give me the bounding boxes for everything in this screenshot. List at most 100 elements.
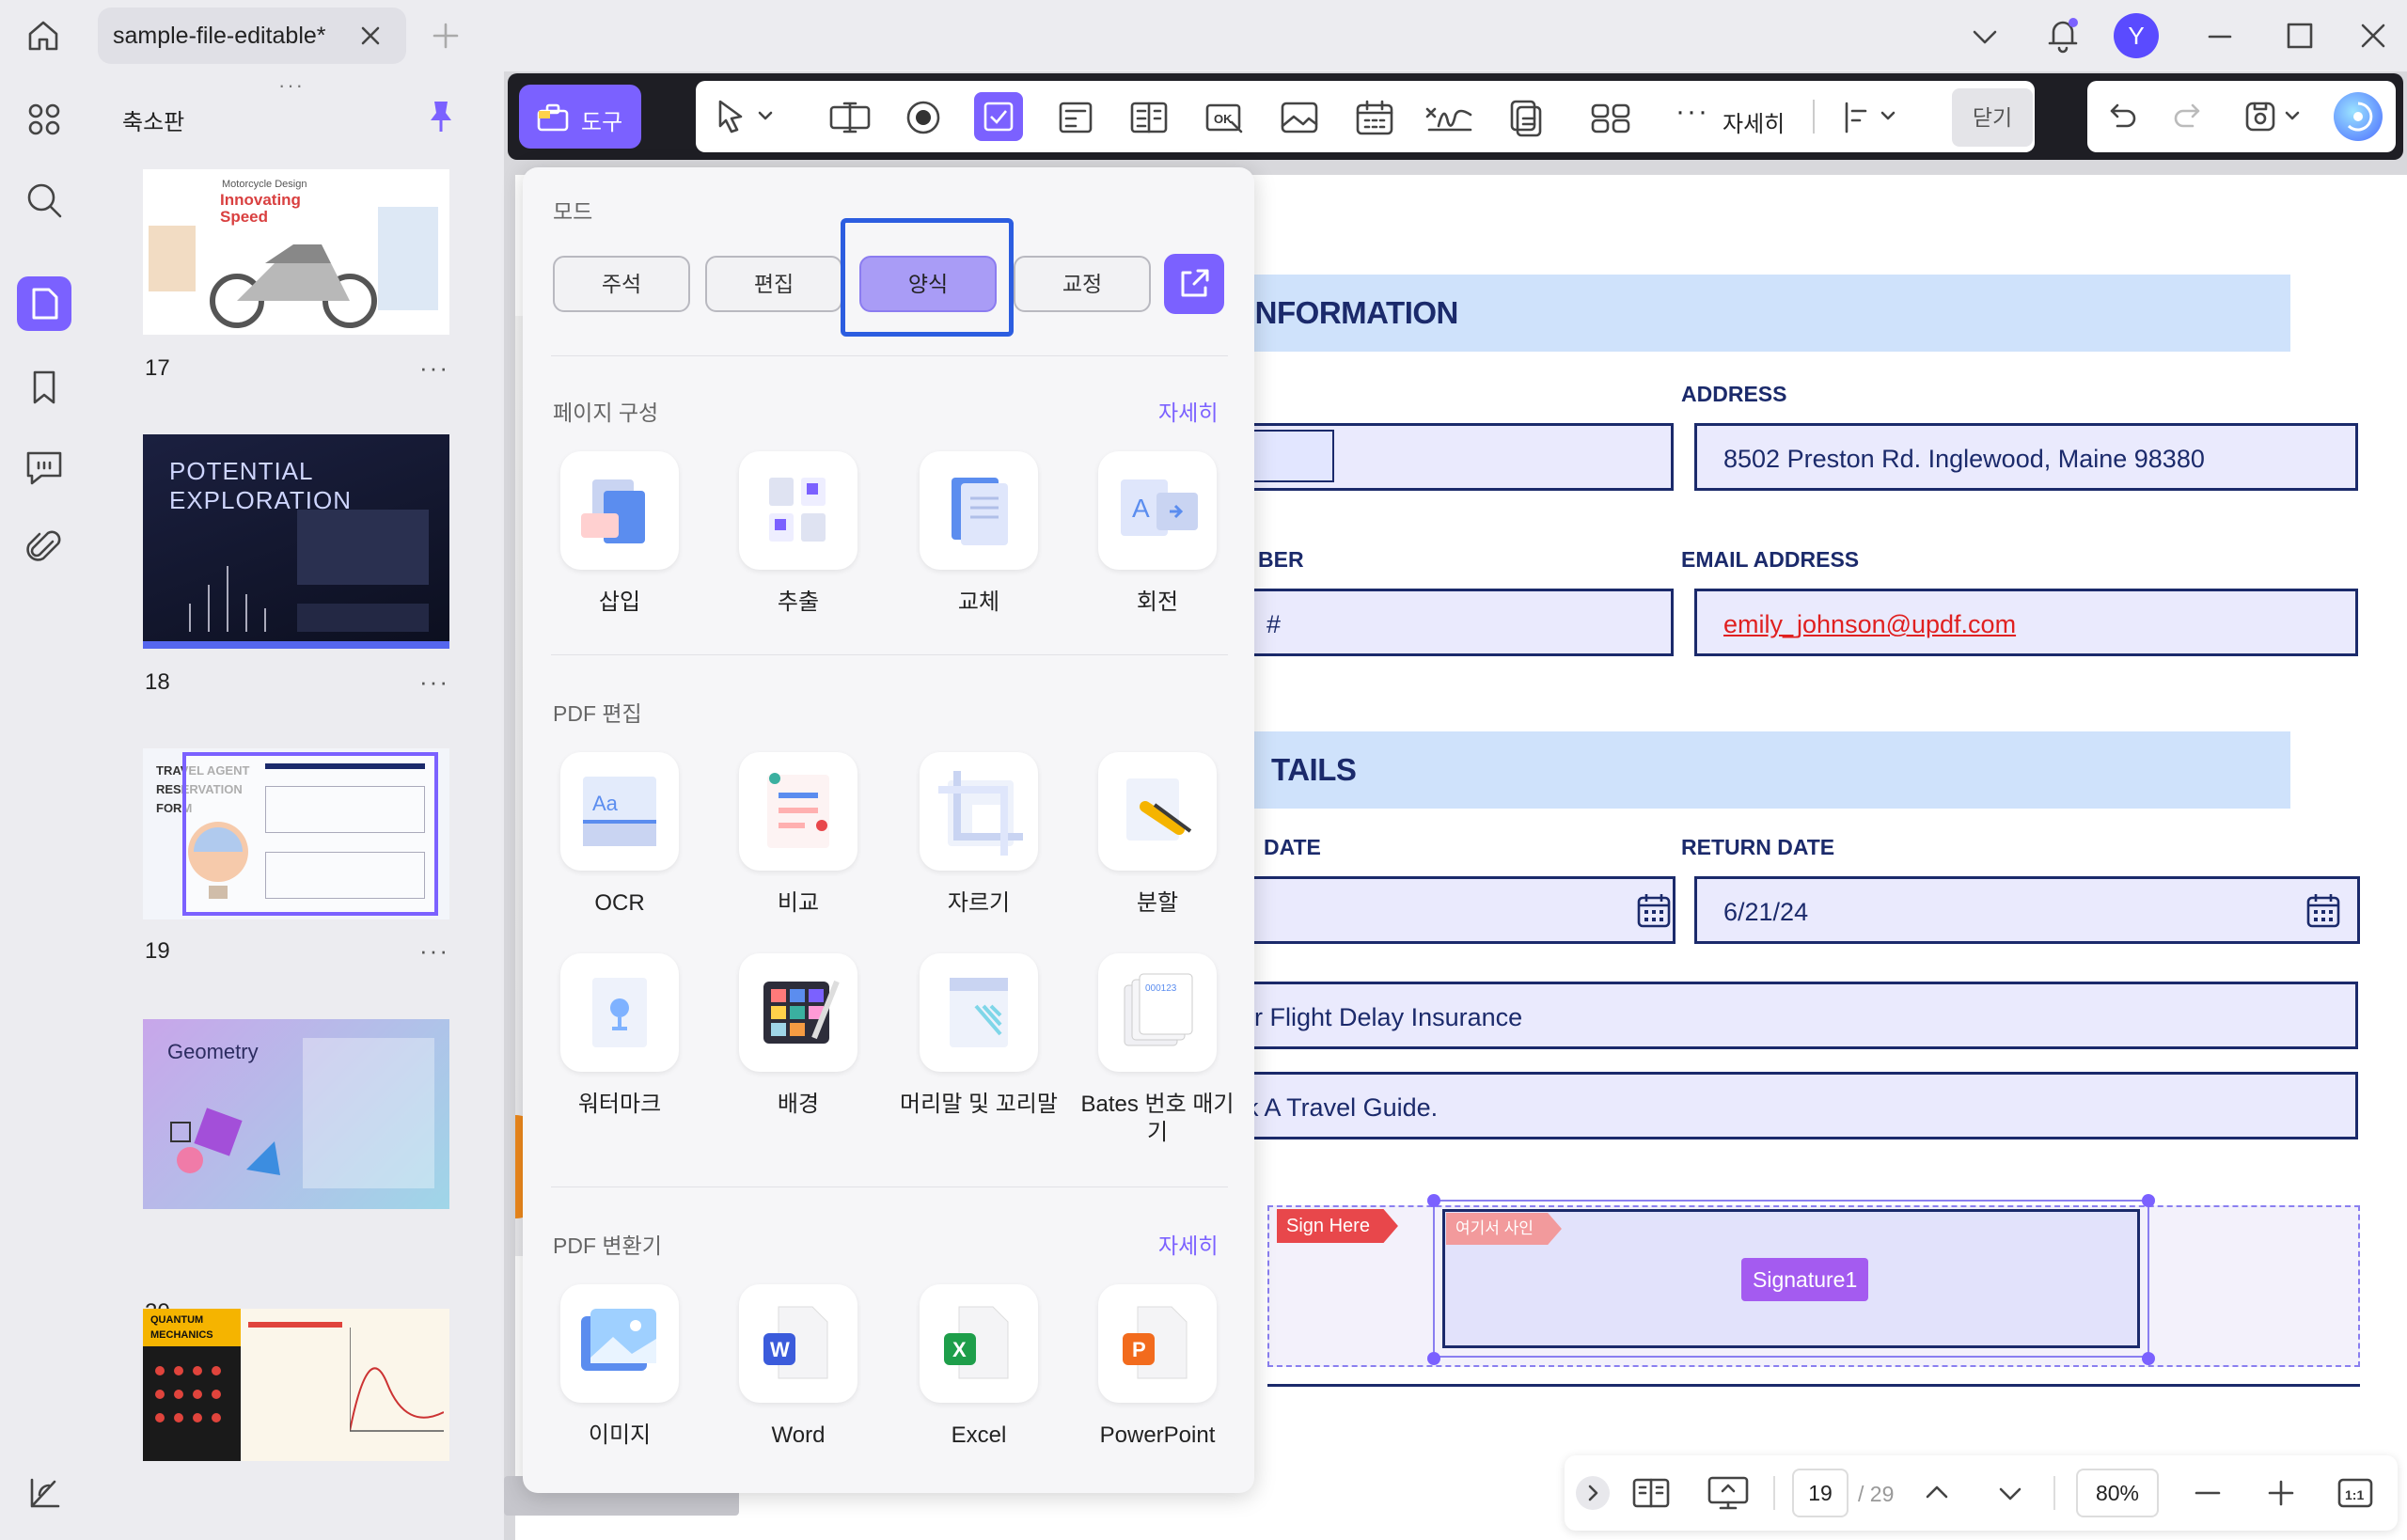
thumbnail-more-button[interactable]: ··· (419, 668, 449, 697)
thumbnail-more-button[interactable]: ··· (419, 354, 449, 383)
document-tab[interactable]: sample-file-editable* (98, 8, 406, 64)
extract-page-item[interactable]: 추출 (718, 451, 878, 617)
redo-icon[interactable] (2170, 98, 2208, 135)
actual-size-icon[interactable]: 1:1 (2336, 1474, 2375, 1512)
split-item[interactable]: 분할 (1078, 752, 1237, 918)
zoom-in-icon[interactable] (2264, 1476, 2298, 1510)
thumbnail-page-17[interactable]: Motorcycle Design Innovating Speed (143, 169, 449, 335)
minimize-icon[interactable] (2206, 23, 2234, 51)
split-icon (1098, 752, 1217, 871)
mode-proofread-button[interactable]: 교정 (1014, 256, 1151, 312)
header-footer-item[interactable]: 머리말 및 꼬리말 (899, 953, 1059, 1119)
rotate-page-item[interactable]: A 회전 (1078, 451, 1237, 617)
nav-layers[interactable] (17, 1465, 71, 1519)
page-layout-icon[interactable] (1630, 1474, 1672, 1512)
next-page-icon[interactable] (1993, 1476, 2027, 1510)
align-fields-tool-icon[interactable] (1589, 98, 1634, 137)
drag-handle[interactable]: ··· (278, 73, 305, 98)
close-tab-icon[interactable] (357, 23, 384, 49)
tools-button[interactable]: 도구 (519, 85, 641, 149)
calendar-icon[interactable] (1635, 890, 1673, 930)
bates-number-item[interactable]: 000123 Bates 번호 매기기 (1078, 953, 1237, 1147)
presentation-icon[interactable] (1706, 1472, 1751, 1514)
date-field-tool-icon[interactable] (1354, 98, 1395, 137)
home-icon[interactable] (24, 17, 62, 55)
menu-divider (551, 355, 1228, 356)
resize-handle[interactable] (2142, 1194, 2155, 1207)
background-item[interactable]: 배경 (718, 953, 878, 1119)
checkbox-tool-button[interactable] (974, 92, 1023, 141)
resize-handle[interactable] (1427, 1194, 1440, 1207)
option-travel-guide-field[interactable]: ook A Travel Guide. (1173, 1072, 2358, 1139)
align-dropdown-icon[interactable] (1841, 98, 1901, 137)
zoom-out-icon[interactable] (2191, 1476, 2225, 1510)
search-icon (27, 183, 62, 218)
thumbnail-more-button[interactable]: ··· (419, 936, 449, 966)
convert-powerpoint-item[interactable]: P PowerPoint (1078, 1284, 1237, 1450)
convert-image-item[interactable]: 이미지 (540, 1284, 700, 1450)
select-tool-icon[interactable] (713, 98, 773, 137)
convert-excel-item[interactable]: X Excel (899, 1284, 1059, 1450)
menu-divider (551, 654, 1228, 655)
nav-attachments[interactable] (17, 521, 71, 575)
address-field[interactable]: 8502 Preston Rd. Inglewood, Maine 98380 (1694, 423, 2358, 491)
compare-item[interactable]: 비교 (718, 752, 878, 918)
crop-icon (920, 752, 1038, 871)
radio-button-tool-icon[interactable] (903, 98, 944, 137)
crop-item[interactable]: 자르기 (899, 752, 1059, 918)
nav-organize[interactable] (17, 92, 71, 147)
bottom-divider (2053, 1476, 2055, 1510)
resize-handle[interactable] (2142, 1352, 2155, 1365)
email-field[interactable]: emily_johnson@updf.com (1694, 589, 2358, 656)
save-icon[interactable] (2242, 98, 2307, 135)
list-box-tool-icon[interactable] (1128, 98, 1170, 137)
avatar[interactable]: Y (2114, 13, 2159, 58)
thumbnail-page-20[interactable]: Geometry (143, 1019, 449, 1209)
watermark-item[interactable]: 워터마크 (540, 953, 700, 1119)
thumbnail-page-21[interactable]: QUANTUM MECHANICS (143, 1309, 449, 1461)
ocr-item[interactable]: Aa OCR (540, 752, 700, 918)
page-number-input[interactable]: 19 (1792, 1469, 1849, 1517)
prev-page-icon[interactable] (1920, 1476, 1954, 1510)
close-window-icon[interactable] (2358, 21, 2388, 51)
option-flight-delay-field[interactable]: rder Flight Delay Insurance (1173, 982, 2358, 1049)
signature-tool-icon[interactable] (1424, 98, 1474, 137)
convert-section-more-link[interactable]: 자세히 (1158, 1228, 1218, 1260)
page-section-more-link[interactable]: 자세히 (1158, 395, 1218, 427)
close-tools-button[interactable]: 닫기 (1952, 88, 2033, 147)
replace-page-item[interactable]: 교체 (899, 451, 1059, 617)
new-tab-icon[interactable] (431, 21, 461, 51)
copy-fields-tool-icon[interactable] (1504, 98, 1546, 137)
pin-icon[interactable] (425, 98, 457, 135)
calendar-icon[interactable] (2305, 890, 2342, 930)
nav-bookmarks[interactable] (17, 359, 71, 414)
insert-page-item[interactable]: 삽입 (540, 451, 700, 617)
maximize-icon[interactable] (2285, 21, 2315, 51)
chevron-down-icon[interactable] (1969, 23, 2001, 51)
header-footer-icon (920, 953, 1038, 1072)
nav-search[interactable] (17, 173, 71, 228)
ocr-label: OCR (594, 890, 645, 916)
zoom-level[interactable]: 80% (2076, 1469, 2159, 1517)
thumbnail-text: Innovating Speed (220, 191, 301, 226)
undo-icon[interactable] (2102, 98, 2140, 135)
thumbnail-page-19[interactable]: TRAVEL AGENT RESERVATION FORM (143, 748, 449, 919)
thumbnail-page-18[interactable]: POTENTIAL EXPLORATION (143, 434, 449, 649)
return-date-field[interactable]: 6/21/24 (1694, 876, 2360, 944)
mode-edit-button[interactable]: 편집 (705, 256, 842, 312)
image-field-tool-icon[interactable] (1279, 98, 1320, 137)
expand-bar-icon[interactable] (1576, 1476, 1610, 1510)
ai-assistant-icon[interactable] (2334, 92, 2383, 141)
convert-powerpoint-label: PowerPoint (1099, 1422, 1216, 1448)
mode-form-button[interactable]: 양식 (859, 256, 997, 312)
dropdown-tool-icon[interactable] (1055, 98, 1096, 137)
mode-annotate-button[interactable]: 주석 (553, 256, 690, 312)
ok-button-tool-icon[interactable]: OK (1204, 98, 1245, 137)
nav-comments[interactable] (17, 440, 71, 495)
text-field-tool-icon[interactable] (827, 98, 873, 137)
notification-bell-icon[interactable] (2044, 15, 2082, 55)
convert-word-item[interactable]: W Word (718, 1284, 878, 1450)
resize-handle[interactable] (1427, 1352, 1440, 1365)
open-mode-window-button[interactable] (1164, 254, 1224, 314)
nav-thumbnails[interactable] (17, 276, 71, 331)
